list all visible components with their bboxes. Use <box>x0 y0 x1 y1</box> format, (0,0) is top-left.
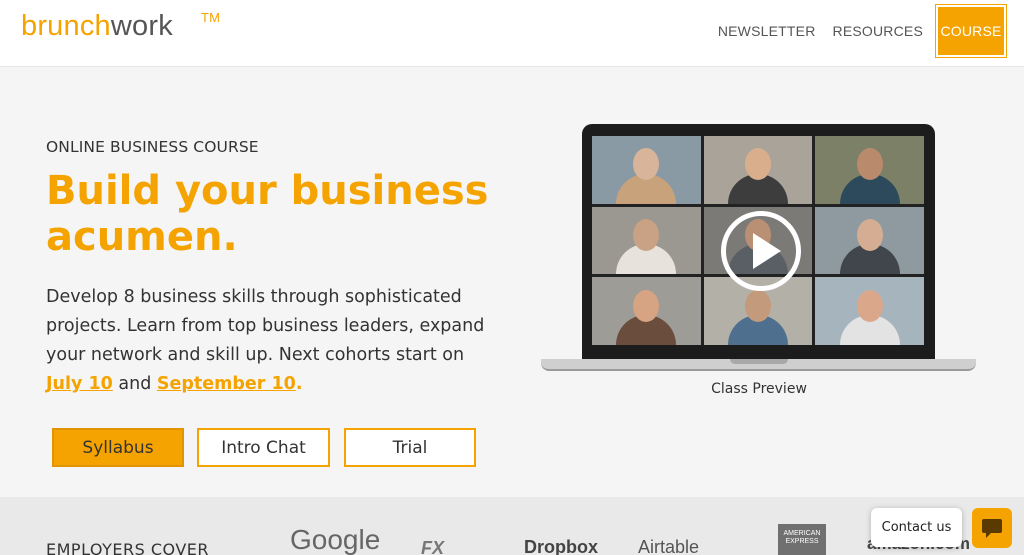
video-caption: Class Preview <box>711 381 807 397</box>
logo-trademark: TM <box>201 10 221 25</box>
brand-logo[interactable]: brunchwork TM <box>21 10 220 43</box>
main-nav: NEWSLETTER RESOURCES COURSE <box>701 3 1007 58</box>
nav-resources[interactable]: RESOURCES <box>833 23 923 39</box>
video-participant-tile <box>815 206 924 275</box>
syllabus-button[interactable]: Syllabus <box>52 428 184 467</box>
nav-newsletter[interactable]: NEWSLETTER <box>718 23 816 39</box>
google-logo: Google <box>290 524 381 555</box>
participant-avatar-icon <box>633 148 660 181</box>
chat-icon <box>982 519 1002 538</box>
intro-chat-button[interactable]: Intro Chat <box>197 428 330 467</box>
video-participant-tile <box>815 277 924 345</box>
video-participant-tile <box>703 136 813 204</box>
cohort-date-link-2[interactable]: September 10 <box>157 374 296 394</box>
participant-avatar-icon <box>744 148 771 181</box>
contact-us-bubble[interactable]: Contact us <box>871 508 962 547</box>
video-participant-tile <box>592 136 701 204</box>
desc-end: . <box>295 374 303 394</box>
participant-avatar-icon <box>744 289 771 322</box>
site-header: brunchwork TM NEWSLETTER RESOURCES COURS… <box>0 0 1024 67</box>
employers-label: EMPLOYERS COVER <box>46 540 210 555</box>
trial-button[interactable]: Trial <box>344 428 476 467</box>
participant-avatar-icon <box>633 289 660 322</box>
laptop-notch <box>730 359 788 364</box>
cohort-date-link-1[interactable]: July 10 <box>46 374 113 394</box>
logo-work: work <box>110 10 173 42</box>
nav-course[interactable]: COURSE <box>935 3 1007 58</box>
participant-avatar-icon <box>633 218 660 251</box>
video-participant-tile <box>592 206 701 275</box>
fx-logo: FX <box>421 538 445 555</box>
amex-logo: AMERICAN EXPRESS <box>778 524 826 555</box>
logo-brunch: brunch <box>21 10 111 42</box>
video-participant-tile <box>815 136 924 204</box>
hero-headline: Build your business acumen. <box>46 168 489 260</box>
play-icon[interactable] <box>721 211 801 291</box>
participant-avatar-icon <box>856 289 883 322</box>
hero-description: Develop 8 business skills through sophis… <box>46 283 496 399</box>
airtable-logo: Airtable <box>638 537 700 555</box>
participant-avatar-icon <box>856 148 883 181</box>
participant-avatar-icon <box>856 218 883 251</box>
chat-launcher-button[interactable] <box>972 508 1012 548</box>
desc-text: Develop 8 business skills through sophis… <box>46 287 485 365</box>
video-participant-tile <box>592 277 701 345</box>
hero-eyebrow: ONLINE BUSINESS COURSE <box>46 138 259 156</box>
dropbox-logo: Dropbox <box>524 537 598 555</box>
desc-and: and <box>112 374 157 394</box>
